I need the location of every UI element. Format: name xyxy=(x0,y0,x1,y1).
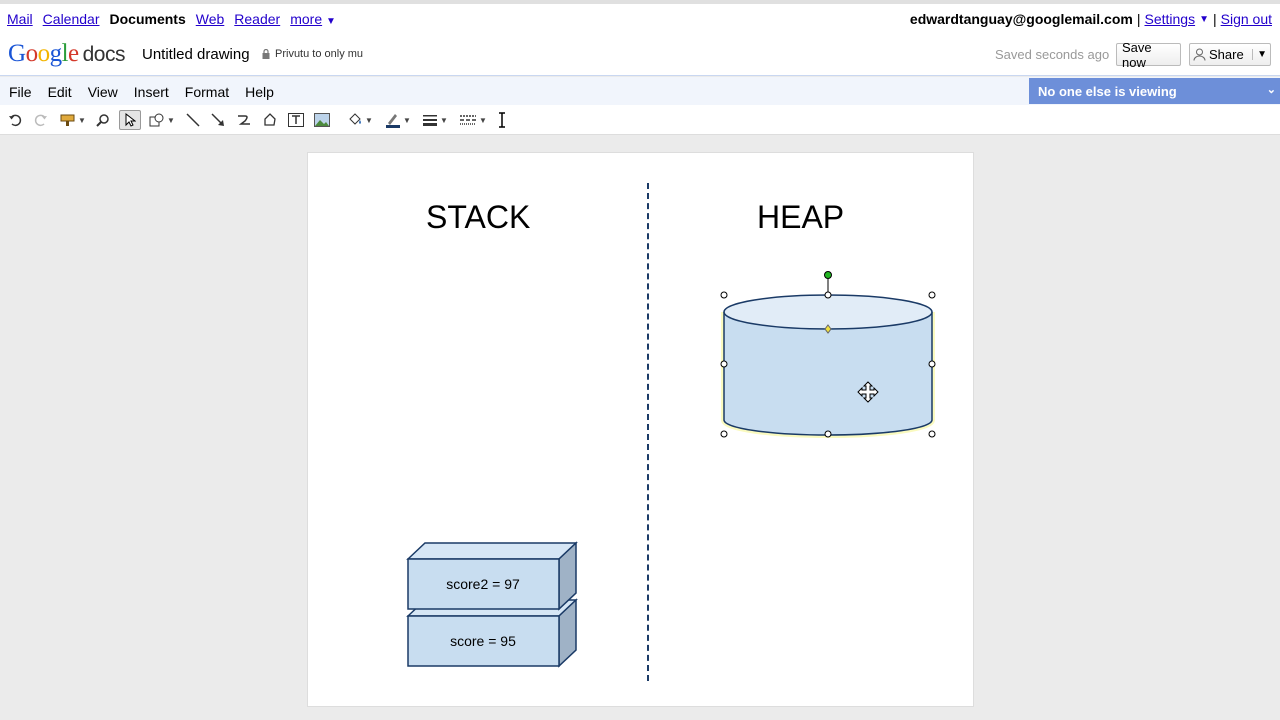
menu-insert[interactable]: Insert xyxy=(134,84,169,100)
link-documents: Documents xyxy=(109,11,186,27)
menu-format[interactable]: Format xyxy=(185,84,229,100)
line-color-icon[interactable]: ▼ xyxy=(383,110,413,130)
drawing-shapes xyxy=(406,271,936,668)
google-docs-logo[interactable]: Google docs xyxy=(8,40,125,68)
document-title[interactable]: Untitled drawing xyxy=(142,46,250,63)
chevron-down-icon[interactable]: ▼ xyxy=(1199,14,1209,25)
link-more[interactable]: more xyxy=(290,11,322,27)
link-settings[interactable]: Settings xyxy=(1144,11,1195,27)
image-icon[interactable] xyxy=(313,110,331,130)
viewing-label: No one else is viewing xyxy=(1038,83,1177,99)
paint-format-icon[interactable]: ▼ xyxy=(58,110,88,130)
redo-icon[interactable] xyxy=(32,110,50,130)
chevron-down-icon[interactable]: ▼ xyxy=(1252,49,1267,60)
box-label-score2: score2 = 97 xyxy=(446,576,520,592)
drawing-canvas[interactable]: STACK HEAP score2 = 97 score = 95 xyxy=(307,152,974,707)
save-status: Saved seconds ago xyxy=(995,47,1110,62)
line-weight-icon[interactable]: ▼ xyxy=(420,110,450,130)
textbox-icon[interactable] xyxy=(287,110,305,130)
line-dash-icon[interactable]: ▼ xyxy=(457,110,489,130)
user-email: edwardtanguay@googlemail.com xyxy=(909,11,1133,27)
menu-file[interactable]: File xyxy=(9,84,32,100)
link-web[interactable]: Web xyxy=(196,11,225,27)
link-calendar[interactable]: Calendar xyxy=(43,11,100,27)
menu-help[interactable]: Help xyxy=(245,84,274,100)
menu-edit[interactable]: Edit xyxy=(48,84,72,100)
curve-icon[interactable] xyxy=(235,110,253,130)
undo-icon[interactable] xyxy=(6,110,24,130)
privacy-label: Privutu to only mu xyxy=(275,48,364,60)
line-icon[interactable] xyxy=(184,110,202,130)
link-mail[interactable]: Mail xyxy=(7,11,33,27)
separator: | xyxy=(1212,11,1217,27)
fill-color-icon[interactable]: ▼ xyxy=(345,110,375,130)
shape-icon[interactable]: ▼ xyxy=(147,110,177,130)
menu-view[interactable]: View xyxy=(88,84,118,100)
share-button[interactable]: Share ▼ xyxy=(1189,43,1271,66)
privacy-status[interactable]: Privutu to only mu xyxy=(262,48,363,60)
select-icon[interactable] xyxy=(119,110,141,130)
text-cursor-icon[interactable] xyxy=(495,110,509,130)
polyline-icon[interactable] xyxy=(261,110,279,130)
chevron-down-icon[interactable]: ⌄ xyxy=(1267,83,1276,96)
google-bar: Mail Calendar Documents Web Reader more … xyxy=(0,4,1280,32)
link-sign-out[interactable]: Sign out xyxy=(1221,11,1272,27)
heap-cylinder[interactable] xyxy=(721,294,935,438)
collaborators-panel[interactable]: No one else is viewing ⌄ xyxy=(1029,78,1280,104)
lock-icon xyxy=(262,49,270,59)
link-reader[interactable]: Reader xyxy=(234,11,280,27)
person-icon xyxy=(1193,48,1206,61)
more-menu[interactable]: more ▼ xyxy=(290,11,336,27)
arrow-icon[interactable] xyxy=(209,110,227,130)
box-label-score: score = 95 xyxy=(450,633,516,649)
toolbar: ▼ ▼ ▼ ▼ ▼ ▼ xyxy=(0,105,1280,135)
save-now-button[interactable]: Save now xyxy=(1116,40,1181,70)
separator: | xyxy=(1136,11,1141,27)
doc-header: Google docs Untitled drawing Privutu to o… xyxy=(0,32,1280,76)
zoom-icon[interactable] xyxy=(94,110,112,130)
chevron-down-icon: ▼ xyxy=(326,16,336,27)
share-label: Share xyxy=(1209,47,1244,62)
